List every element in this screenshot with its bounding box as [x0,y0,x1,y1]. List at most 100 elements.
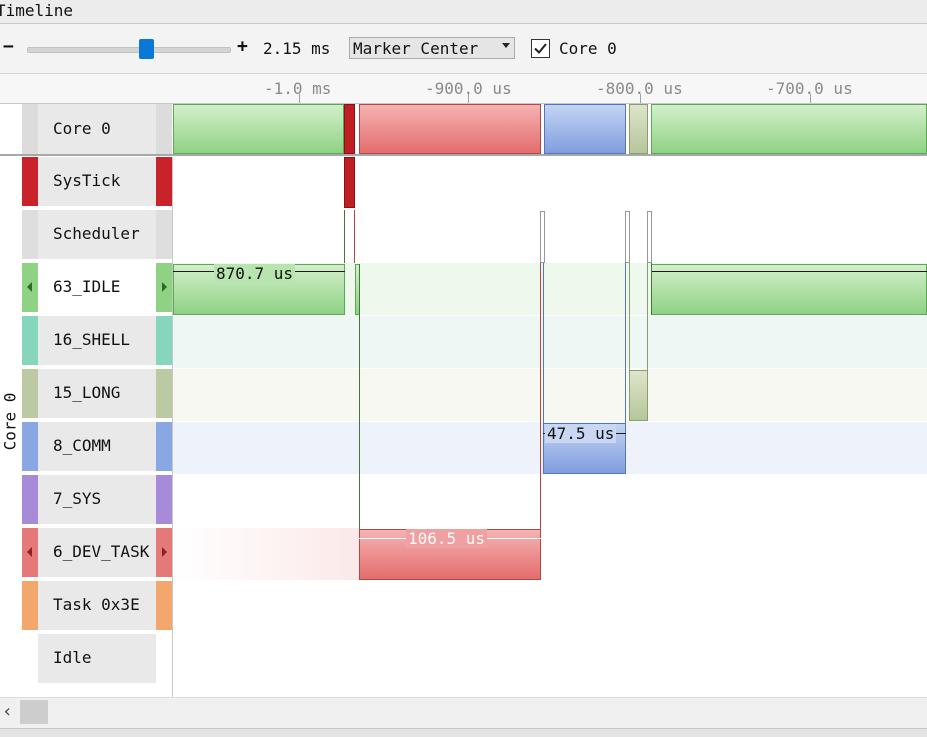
window-titlebar: Timeline [0,0,927,24]
next-arrow-icon[interactable] [162,282,167,292]
row-color-cap [156,263,172,312]
marker-mode-value: Marker Center [353,39,479,58]
row-label-scheduler[interactable]: Scheduler [22,210,172,261]
long-block[interactable] [629,370,648,421]
row-tint-shell [173,316,927,368]
ruler-tick [640,94,641,103]
row-label-6-dev-task[interactable]: 6_DEV_TASK [22,528,172,579]
row-color-cap [22,210,38,259]
row-label-text: Task 0x3E [53,595,140,614]
zoom-in-button[interactable]: + [237,36,248,57]
row-label-text: Scheduler [53,224,140,243]
switch-line [629,263,630,370]
row-color-cap [22,581,38,630]
row-color-cap [156,157,172,206]
core-label-left-cap [22,104,38,154]
row-label-task-0x3e[interactable]: Task 0x3E [22,581,172,632]
duration-line [651,271,927,272]
ruler-tick-label: -1.0 ms [264,79,332,98]
row-color-cap [156,316,172,365]
row-color-cap [156,422,172,471]
row-color-cap [156,634,172,683]
switch-line [344,210,345,263]
prev-arrow-icon[interactable] [27,547,32,557]
ruler-tick [299,94,300,103]
zoom-slider-handle[interactable] [139,39,155,59]
row-label-text: 6_DEV_TASK [53,542,150,561]
row-label-text: 16_SHELL [53,330,131,349]
toolbar: − + 2.15 ms Marker Center Core 0 [0,24,927,74]
row-color-cap [156,475,172,524]
row-color-cap [22,316,38,365]
row-label-text: SysTick [53,171,121,190]
switch-line [647,263,648,370]
comm-duration-label: 47.5 us [545,424,617,443]
time-ruler[interactable]: -1.0 ms -900.0 us -800.0 us -700.0 us [0,74,927,104]
ruler-tick [468,94,469,103]
row-color-cap [22,475,38,524]
row-tint-long [173,369,927,421]
scheduler-event[interactable] [647,211,652,263]
row-color-cap [22,157,38,206]
scrollbar-thumb[interactable] [20,700,48,724]
core-segment-long[interactable] [629,104,648,154]
row-label-text: 15_LONG [53,383,121,402]
core-segment-idle-2[interactable] [651,104,927,154]
dev-task-duration-label: 106.5 us [406,529,488,548]
switch-line [625,263,626,423]
core-overview-bar: Core 0 [0,104,927,154]
side-core-label: Core 0 [0,392,19,452]
ruler-tick [810,94,811,103]
separator [0,154,927,156]
row-tint-dev-task [173,528,359,580]
switch-line [354,210,355,263]
row-label-text: 8_COMM [53,436,111,455]
row-color-cap [22,634,38,683]
row-color-cap [22,528,38,577]
dropdown-arrow-icon [502,43,510,48]
core-segment-idle[interactable] [173,104,344,154]
systick-event[interactable] [344,157,355,208]
core-label: Core 0 [53,119,111,138]
core-segment-dev-task[interactable] [359,104,541,154]
row-color-cap [22,263,38,312]
switch-line [540,263,541,529]
switch-line [651,263,652,315]
row-label-63-idle[interactable]: 63_IDLE [22,263,172,314]
next-arrow-icon[interactable] [162,547,167,557]
marker-mode-select[interactable]: Marker Center [349,37,515,59]
row-label-16-shell[interactable]: 16_SHELL [22,316,172,367]
row-color-cap [156,210,172,259]
row-label-15-long[interactable]: 15_LONG [22,369,172,420]
row-label-7-sys[interactable]: 7_SYS [22,475,172,526]
horizontal-scrollbar[interactable]: ‹ [0,697,927,728]
checkmark-icon [534,43,547,54]
idle-duration-label: 870.7 us [214,264,296,283]
zoom-out-button[interactable]: − [3,36,14,57]
core-label-cell: Core 0 [22,104,172,154]
zoom-slider-track[interactable] [27,47,231,53]
core-segment-comm[interactable] [544,104,626,154]
row-color-cap [156,581,172,630]
row-label-text: Idle [53,648,92,667]
row-color-cap [156,369,172,418]
row-label-systick[interactable]: SysTick [22,157,172,208]
core-checkbox[interactable] [531,39,550,58]
row-color-cap [156,528,172,577]
row-label-8-comm[interactable]: 8_COMM [22,422,172,473]
core-label-right-cap [156,104,172,154]
prev-arrow-icon[interactable] [27,282,32,292]
row-label-text: 7_SYS [53,489,102,508]
core-segment-systick[interactable] [344,104,355,154]
row-label-text: 63_IDLE [53,277,121,296]
core-checkbox-label: Core 0 [559,39,617,58]
row-label-idle[interactable]: Idle [22,634,172,685]
row-color-cap [22,369,38,418]
zoom-value: 2.15 ms [263,39,331,58]
scheduler-event[interactable] [540,211,545,263]
side-core-text: Core 0 [0,392,20,451]
window-title: Timeline [0,1,74,20]
switch-line [359,264,360,529]
scroll-left-icon[interactable]: ‹ [2,701,13,722]
scheduler-event[interactable] [625,211,630,263]
